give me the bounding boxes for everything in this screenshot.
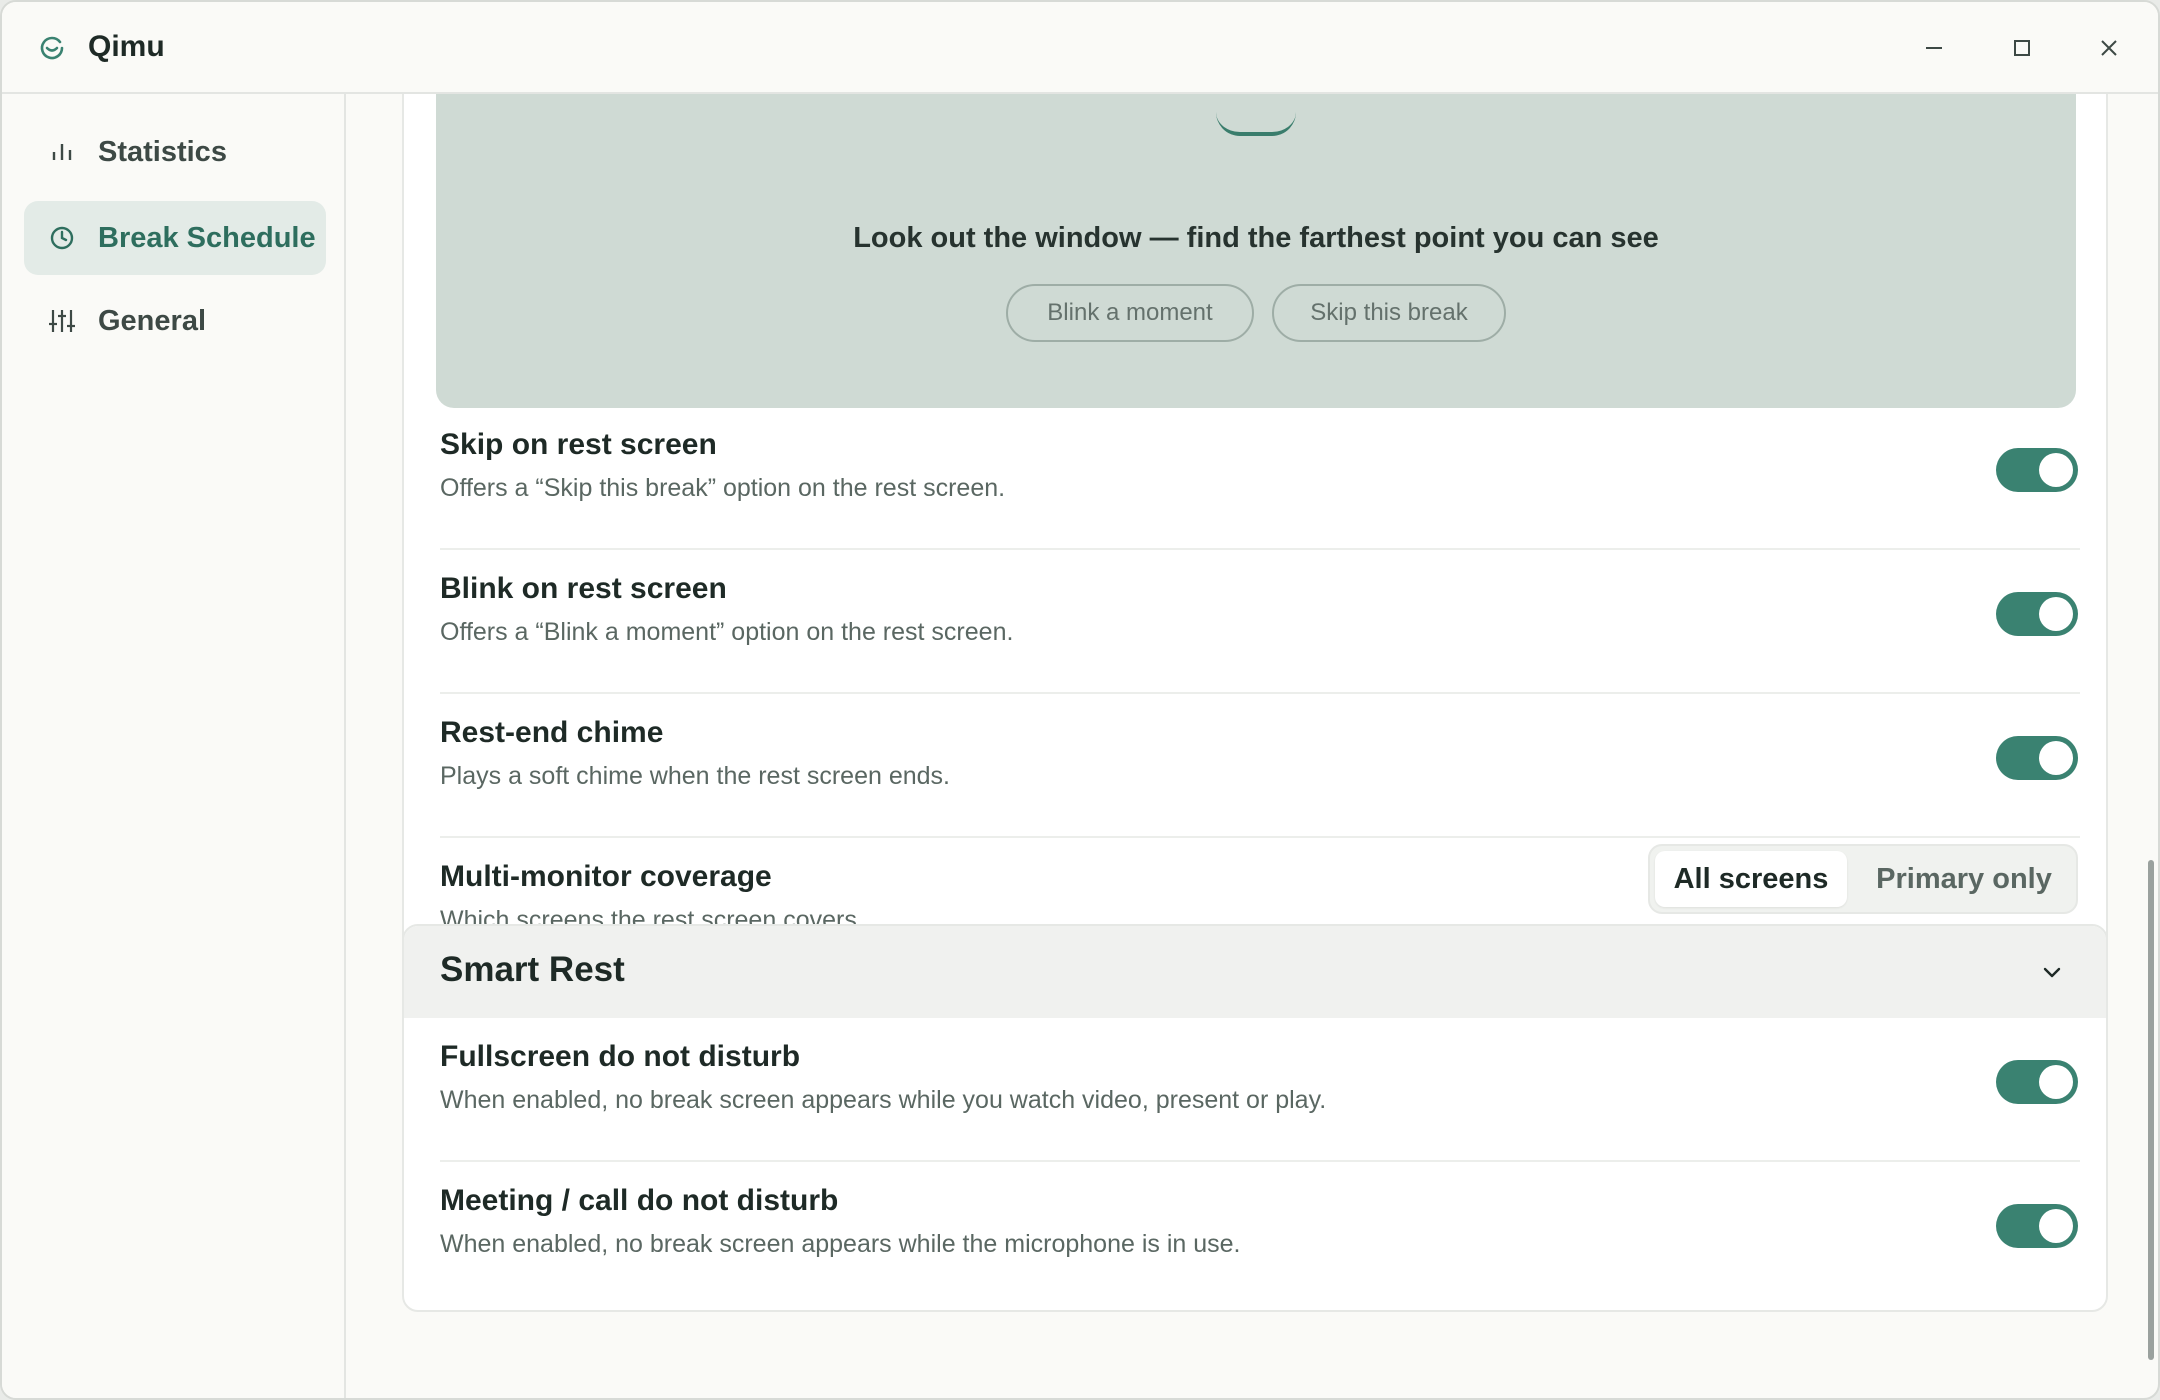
setting-meeting-dnd: Meeting / call do not disturb When enabl… [440, 1162, 2080, 1306]
setting-title: Fullscreen do not disturb [440, 1040, 801, 1073]
setting-title: Meeting / call do not disturb [440, 1184, 839, 1217]
chevron-down-icon [2043, 967, 2061, 978]
minimize-icon [1926, 47, 1942, 49]
setting-fullscreen-dnd: Fullscreen do not disturb When enabled, … [440, 1018, 2080, 1162]
setting-description: When enabled, no break screen appears wh… [440, 1086, 1327, 1114]
title-bar: Qimu [2, 2, 2158, 94]
clock-icon [50, 226, 74, 250]
setting-description: Offers a “Blink a moment” option on the … [440, 618, 1014, 646]
fullscreen-dnd-toggle[interactable] [1996, 1060, 2078, 1104]
smart-rest-card: Smart Rest Fullscreen do not disturb Whe… [402, 924, 2108, 1312]
sidebar-item-label: Statistics [98, 136, 227, 168]
toggle-knob [2039, 741, 2073, 775]
setting-rest-end-chime: Rest-end chime Plays a soft chime when t… [440, 694, 2080, 838]
break-schedule-card: Look out the window — find the farthest … [402, 94, 2108, 956]
meeting-dnd-toggle[interactable] [1996, 1204, 2078, 1248]
rest-screen-preview: Look out the window — find the farthest … [436, 94, 2076, 408]
setting-blink-on-rest: Blink on rest screen Offers a “Blink a m… [440, 550, 2080, 694]
section-title: Smart Rest [440, 950, 625, 989]
smart-rest-header[interactable]: Smart Rest [404, 926, 2106, 1018]
sidebar-item-label: General [98, 305, 206, 337]
main-content: Look out the window — find the farthest … [348, 94, 2158, 1398]
setting-description: Offers a “Skip this break” option on the… [440, 474, 1006, 502]
maximize-button[interactable] [2002, 28, 2042, 68]
close-button[interactable] [2089, 28, 2129, 68]
app-window: Qimu Statistics Break Schedule General L… [0, 0, 2160, 1400]
preview-illustration [1216, 112, 1296, 136]
blink-on-rest-toggle[interactable] [1996, 592, 2078, 636]
option-all-screens[interactable]: All screens [1655, 851, 1847, 907]
sidebar: Statistics Break Schedule General [2, 94, 346, 1398]
sidebar-item-label: Break Schedule [98, 222, 316, 254]
sidebar-item-general[interactable]: General [24, 284, 326, 358]
toggle-knob [2039, 453, 2073, 487]
toggle-knob [2039, 1209, 2073, 1243]
rest-end-chime-toggle[interactable] [1996, 736, 2078, 780]
monitor-coverage-selector: All screens Primary only [1648, 844, 2078, 914]
rest-message: Look out the window — find the farthest … [853, 222, 1659, 254]
qimu-logo-icon [40, 36, 64, 60]
setting-title: Multi-monitor coverage [440, 860, 772, 893]
option-primary-only[interactable]: Primary only [1855, 851, 2073, 907]
setting-title: Blink on rest screen [440, 572, 727, 605]
setting-description: Plays a soft chime when the rest screen … [440, 762, 950, 790]
minimize-button[interactable] [1914, 28, 1954, 68]
setting-skip-on-rest: Skip on rest screen Offers a “Skip this … [440, 406, 2080, 550]
sidebar-item-break-schedule[interactable]: Break Schedule [24, 201, 326, 275]
setting-description: When enabled, no break screen appears wh… [440, 1230, 1241, 1258]
skip-break-button[interactable]: Skip this break [1272, 284, 1506, 342]
sidebar-item-statistics[interactable]: Statistics [24, 115, 326, 189]
close-icon [2101, 40, 2117, 56]
toggle-knob [2039, 1065, 2073, 1099]
maximize-icon [2014, 40, 2030, 56]
blink-moment-button[interactable]: Blink a moment [1006, 284, 1254, 342]
skip-on-rest-toggle[interactable] [1996, 448, 2078, 492]
toggle-knob [2039, 597, 2073, 631]
vertical-scrollbar[interactable] [2148, 860, 2154, 1360]
app-title: Qimu [88, 30, 165, 63]
bar-chart-icon [52, 144, 72, 160]
sliders-icon [49, 310, 75, 332]
setting-title: Skip on rest screen [440, 428, 717, 461]
setting-title: Rest-end chime [440, 716, 664, 749]
